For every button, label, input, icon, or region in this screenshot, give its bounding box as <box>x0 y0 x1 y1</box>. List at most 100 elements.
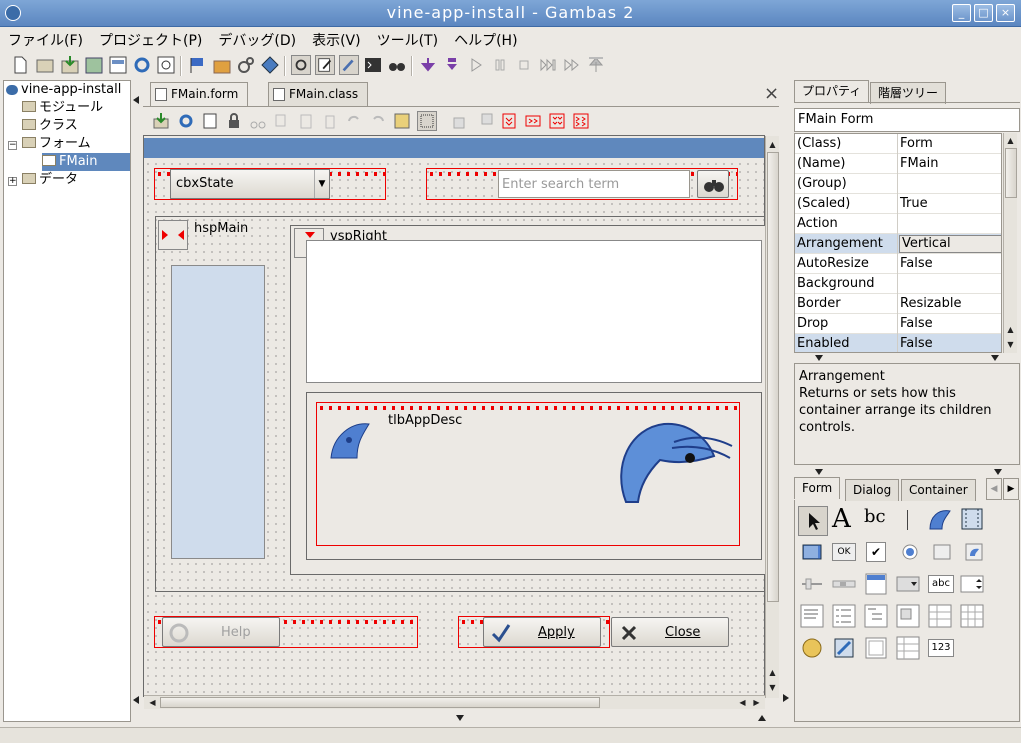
expand-data-toggle[interactable]: + <box>8 177 17 186</box>
tableview-tool-icon[interactable] <box>960 604 984 628</box>
scroll-down-icon[interactable]: ▼ <box>1004 338 1017 351</box>
close-window-button[interactable]: × <box>996 4 1015 22</box>
prop-row[interactable]: Border Resizable <box>795 294 1001 314</box>
scroll-left-icon[interactable]: ◀ <box>736 696 749 709</box>
collapse-bottom-panel-icon[interactable] <box>456 715 464 721</box>
open-folder-icon[interactable] <box>35 55 55 75</box>
send-back-icon[interactable] <box>476 112 494 130</box>
collapse-description-icon[interactable] <box>815 469 823 475</box>
collapse-property-right-icon[interactable] <box>991 355 999 361</box>
cbxstate-combobox[interactable]: cbxState ▼ <box>170 169 330 199</box>
step-into-icon[interactable] <box>418 55 438 75</box>
tab-toolbox-dialog[interactable]: Dialog <box>845 479 900 501</box>
gears-icon[interactable] <box>236 55 256 75</box>
form-vertical-scrollbar[interactable]: ▲ ▲ ▼ <box>765 136 779 698</box>
collapse-left-panel-bottom-icon[interactable] <box>133 696 139 704</box>
scroll-right-icon[interactable]: ▶ <box>750 696 763 709</box>
collapse-property-icon[interactable] <box>815 355 823 361</box>
scroll-left-icon[interactable]: ◀ <box>146 696 159 709</box>
prop-row[interactable]: Drop False <box>795 314 1001 334</box>
collapse-description-right-icon[interactable] <box>994 469 1002 475</box>
redo-icon[interactable] <box>369 112 387 130</box>
console-icon[interactable] <box>363 55 383 75</box>
grid-toggle-icon[interactable] <box>417 111 437 131</box>
binoculars-icon[interactable] <box>387 55 407 75</box>
combobox-tool-icon[interactable] <box>896 572 920 596</box>
slider-tool-icon[interactable] <box>800 572 824 596</box>
new-file-icon[interactable] <box>10 55 30 75</box>
tab-fmain-class[interactable]: FMain.class <box>268 82 368 106</box>
scroll-up-icon[interactable]: ▲ <box>766 138 779 151</box>
menu-tools[interactable]: ツール(T) <box>369 28 446 52</box>
togglebutton-tool-icon[interactable] <box>930 540 954 564</box>
copy-icon[interactable] <box>273 112 291 130</box>
page-icon[interactable] <box>201 112 219 130</box>
toolbox-next-tab[interactable]: ▶ <box>1003 478 1019 500</box>
gridview-tool-icon[interactable] <box>928 604 952 628</box>
step-over-icon[interactable] <box>442 55 462 75</box>
property-value[interactable]: Form <box>900 134 933 154</box>
paste-icon[interactable] <box>297 112 315 130</box>
tab-toolbox-container[interactable]: Container <box>901 479 976 501</box>
collapse-forms-toggle[interactable]: − <box>8 141 17 150</box>
form-horizontal-scrollbar[interactable]: ◀ ◀ ▶ <box>144 695 765 709</box>
panel-tool-icon[interactable] <box>800 540 824 564</box>
picturebox-tool-icon[interactable] <box>928 507 952 531</box>
properties-icon[interactable] <box>108 55 128 75</box>
prop-row[interactable]: Enabled False <box>795 334 1001 352</box>
prop-row[interactable]: Action <box>795 214 1001 234</box>
return-icon[interactable] <box>586 55 606 75</box>
form-view-icon[interactable] <box>291 55 311 75</box>
close-button[interactable]: Close <box>611 617 729 647</box>
timer-tool-icon[interactable] <box>800 636 824 660</box>
prop-row[interactable]: (Scaled) True <box>795 194 1001 214</box>
search-input[interactable]: Enter search term <box>498 170 690 198</box>
step-icon[interactable] <box>538 55 558 75</box>
tree-item-forms[interactable]: フォーム <box>22 135 91 153</box>
scrollview-tool-icon[interactable] <box>896 636 920 660</box>
help-button[interactable]: Help <box>162 617 280 647</box>
expand-bottom-panel-icon[interactable] <box>758 715 766 721</box>
pointer-tool[interactable] <box>798 506 828 536</box>
menu-view[interactable]: 表示(V) <box>304 28 369 52</box>
menu-editor-icon[interactable] <box>393 112 411 130</box>
prop-row[interactable]: (Name) FMain <box>795 154 1001 174</box>
tree-item-fmain[interactable]: FMain <box>42 153 130 171</box>
scrollbar-thumb[interactable] <box>767 152 779 602</box>
delete-icon[interactable] <box>321 112 339 130</box>
movieBox-tool-icon[interactable] <box>960 507 984 531</box>
search-button[interactable] <box>697 170 729 198</box>
collapse-left-panel-icon[interactable] <box>133 96 139 104</box>
refresh-form-icon[interactable] <box>177 112 195 130</box>
prop-row-selected[interactable]: Arrangement Vertical <box>795 234 1001 254</box>
property-value[interactable]: True <box>900 194 928 214</box>
tree-item-classes[interactable]: クラス <box>22 117 78 135</box>
property-value[interactable]: False <box>900 334 933 352</box>
arrange-horizontal-icon[interactable] <box>524 112 542 130</box>
maximize-button[interactable]: □ <box>974 4 993 22</box>
save-project-icon[interactable] <box>84 55 104 75</box>
cut-icon[interactable] <box>249 112 267 130</box>
hscrollbar-thumb[interactable] <box>160 697 600 708</box>
package-icon[interactable] <box>212 55 232 75</box>
frame-tool-icon[interactable] <box>864 636 888 660</box>
toolbox-prev-tab[interactable]: ◀ <box>986 478 1002 500</box>
import-icon[interactable] <box>60 55 80 75</box>
diamond-icon[interactable] <box>260 55 280 75</box>
pause-icon[interactable] <box>490 55 510 75</box>
valuebox-tool[interactable]: 123 <box>928 639 954 657</box>
flag-icon[interactable] <box>188 55 208 75</box>
button-tool[interactable]: OK <box>832 543 856 561</box>
brush-icon[interactable] <box>339 55 359 75</box>
minimize-button[interactable]: _ <box>952 4 971 22</box>
tree-item-modules[interactable]: モジュール <box>22 99 103 117</box>
tree-root[interactable]: vine-app-install <box>6 81 121 99</box>
scrollbar-thumb[interactable] <box>1005 148 1017 198</box>
lock-icon[interactable] <box>225 112 243 130</box>
menu-project[interactable]: プロジェクト(P) <box>91 28 210 52</box>
radiobutton-tool-icon[interactable] <box>898 540 922 564</box>
code-edit-icon[interactable] <box>315 55 335 75</box>
property-value[interactable]: Resizable <box>900 294 961 314</box>
textbox-tool[interactable]: abc <box>928 575 954 593</box>
spinbox-tool-icon[interactable] <box>960 572 984 596</box>
